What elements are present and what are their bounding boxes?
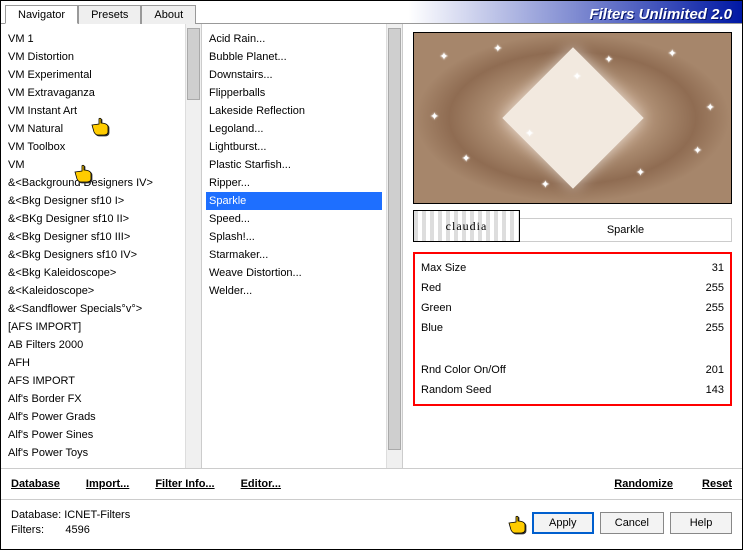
tab-about[interactable]: About [141,5,196,24]
apply-button[interactable]: Apply [532,512,594,534]
list-item[interactable]: Splash!... [206,228,382,246]
link-import[interactable]: Import... [86,478,129,490]
list-item[interactable]: Bubble Planet... [206,48,382,66]
list-item[interactable]: &<Bkg Kaleidoscope> [5,264,181,282]
cancel-button[interactable]: Cancel [600,512,664,534]
footer-info: Database: ICNET-Filters Filters: 4596 [11,508,130,538]
list-item[interactable]: Acid Rain... [206,30,382,48]
param-label: Rnd Color On/Off [421,364,684,376]
link-database[interactable]: Database [11,478,60,490]
param-value: 255 [684,302,724,314]
list-item[interactable]: &<Kaleidoscope> [5,282,181,300]
list-item[interactable]: Ripper... [206,174,382,192]
param-label: Max Size [421,262,684,274]
list-item[interactable]: Starmaker... [206,246,382,264]
param-label: Green [421,302,684,314]
tab-navigator[interactable]: Navigator [5,5,78,24]
param-row[interactable]: Green255 [421,298,724,318]
param-row[interactable]: Rnd Color On/Off201 [421,360,724,380]
list-item[interactable]: VM Instant Art [5,102,181,120]
list-item[interactable]: VM Toolbox [5,138,181,156]
list-item[interactable]: [AFS IMPORT] [5,318,181,336]
list-item[interactable]: AFH [5,354,181,372]
list-item[interactable]: &<Sandflower Specials°v°> [5,300,181,318]
list-item[interactable]: VM 1 [5,30,181,48]
list-item[interactable]: AFS IMPORT [5,372,181,390]
scrollbar[interactable] [185,24,201,468]
parameter-highlight: Max Size31Red255Green255Blue255 Rnd Colo… [413,252,732,406]
param-value: 255 [684,282,724,294]
link-reset[interactable]: Reset [702,478,732,490]
watermark-logo: claudia [413,210,520,242]
list-item[interactable]: AB Filters 2000 [5,336,181,354]
param-row[interactable]: Blue255 [421,318,724,338]
list-item[interactable]: Lakeside Reflection [206,102,382,120]
param-value: 143 [684,384,724,396]
list-item[interactable]: &<BKg Designer sf10 II> [5,210,181,228]
list-item[interactable]: Legoland... [206,120,382,138]
preview-image: ✦✦✦✦ ✦✦✦✦ ✦✦✦✦ [413,32,732,204]
param-label: Blue [421,322,684,334]
list-item[interactable]: Weave Distortion... [206,264,382,282]
filter-name: Sparkle [520,218,732,242]
tab-presets[interactable]: Presets [78,5,141,24]
tab-bar: Navigator Presets About [5,5,742,24]
list-item[interactable]: Welder... [206,282,382,300]
category-list[interactable]: VM 1VM DistortionVM ExperimentalVM Extra… [1,24,185,468]
list-item[interactable]: &<Background Designers IV> [5,174,181,192]
param-value: 201 [684,364,724,376]
param-row[interactable]: Max Size31 [421,258,724,278]
list-item[interactable]: &<Bkg Designer sf10 III> [5,228,181,246]
param-value: 255 [684,322,724,334]
list-item[interactable]: VM [5,156,181,174]
list-item[interactable]: Alf's Border FX [5,390,181,408]
help-button[interactable]: Help [670,512,732,534]
list-item[interactable]: Downstairs... [206,66,382,84]
list-item[interactable]: Speed... [206,210,382,228]
link-randomize[interactable]: Randomize [614,478,673,490]
list-item[interactable]: Alf's Power Toys [5,444,181,462]
bottom-toolbar: Database Import... Filter Info... Editor… [1,468,742,500]
list-item[interactable]: VM Experimental [5,66,181,84]
param-label: Red [421,282,684,294]
pointer-icon [506,514,530,534]
list-item[interactable]: &<Bkg Designer sf10 I> [5,192,181,210]
param-row[interactable]: Red255 [421,278,724,298]
param-label: Random Seed [421,384,684,396]
scrollbar[interactable] [386,24,402,468]
list-item[interactable]: Alf's Power Sines [5,426,181,444]
list-item[interactable]: Sparkle [206,192,382,210]
list-item[interactable]: Alf's Power Grads [5,408,181,426]
param-value: 31 [684,262,724,274]
list-item[interactable]: Flipperballs [206,84,382,102]
list-item[interactable]: Plastic Starfish... [206,156,382,174]
list-item[interactable]: Lightburst... [206,138,382,156]
param-row[interactable]: Random Seed143 [421,380,724,400]
link-filterinfo[interactable]: Filter Info... [155,478,214,490]
filter-list[interactable]: Acid Rain...Bubble Planet...Downstairs..… [202,24,386,468]
list-item[interactable]: VM Distortion [5,48,181,66]
link-editor[interactable]: Editor... [241,478,281,490]
list-item[interactable]: VM Extravaganza [5,84,181,102]
list-item[interactable]: &<Bkg Designers sf10 IV> [5,246,181,264]
list-item[interactable]: VM Natural [5,120,181,138]
